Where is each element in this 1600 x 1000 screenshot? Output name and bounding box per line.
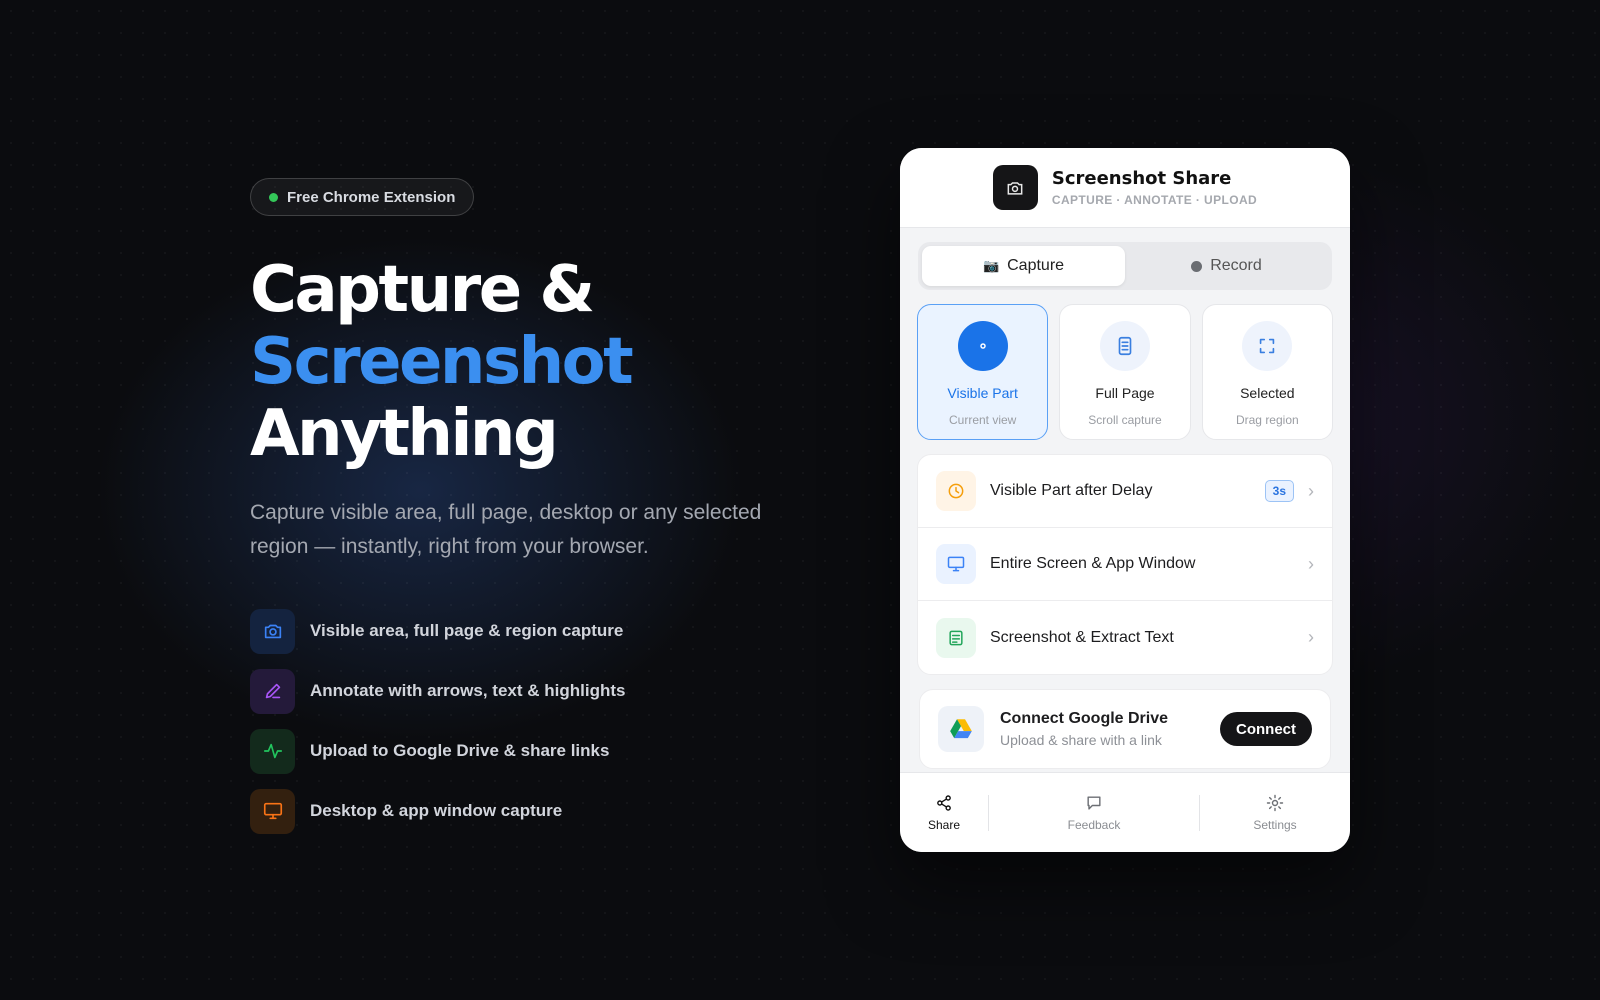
delay-badge: 3s bbox=[1264, 480, 1294, 502]
footer-label: Share bbox=[927, 818, 961, 832]
feature-list: Visible area, full page & region capture… bbox=[250, 608, 810, 834]
target-icon bbox=[957, 321, 1008, 371]
monitor-icon bbox=[936, 544, 976, 584]
feature-item: Upload to Google Drive & share links bbox=[250, 728, 810, 774]
gear-icon bbox=[1266, 794, 1284, 812]
popup-header: Screenshot Share CAPTURE · ANNOTATE · UP… bbox=[900, 148, 1350, 228]
tab-label: Record bbox=[1210, 257, 1262, 274]
drive-title: Connect Google Drive bbox=[1000, 710, 1169, 727]
chat-icon bbox=[1087, 796, 1101, 810]
footer-label: Settings bbox=[1253, 818, 1297, 832]
popup-title-block: Screenshot Share CAPTURE · ANNOTATE · UP… bbox=[1052, 168, 1257, 207]
feature-label: Desktop & app window capture bbox=[310, 801, 563, 820]
record-dot-icon bbox=[1191, 260, 1203, 272]
drive-subtitle: Upload & share with a link bbox=[1000, 732, 1162, 748]
settings-button[interactable]: Settings bbox=[1253, 793, 1297, 832]
crop-corners-icon bbox=[1242, 321, 1293, 371]
capture-mode-grid: Visible Part Current view Full Page Scro… bbox=[917, 304, 1333, 440]
connect-button[interactable]: Connect bbox=[1220, 712, 1312, 746]
feature-item: Visible area, full page & region capture bbox=[250, 608, 810, 654]
action-label: Screenshot & Extract Text bbox=[990, 628, 1174, 646]
extension-popup: Screenshot Share CAPTURE · ANNOTATE · UP… bbox=[900, 148, 1350, 852]
footer-slot: Share bbox=[900, 793, 988, 832]
mode-segmented-control: 📷 Capture Record bbox=[918, 242, 1332, 290]
chevron-right-icon: › bbox=[1308, 480, 1314, 501]
mode-label: Selected bbox=[1240, 385, 1295, 401]
headline-line-3: Anything bbox=[250, 397, 559, 471]
action-extract-text[interactable]: Screenshot & Extract Text › bbox=[918, 601, 1332, 674]
app-tagline: CAPTURE · ANNOTATE · UPLOAD bbox=[1051, 193, 1258, 207]
feature-label: Upload to Google Drive & share links bbox=[310, 741, 610, 760]
hero-headline: Capture & Screenshot Anything bbox=[250, 254, 810, 470]
clock-icon bbox=[936, 471, 976, 511]
camera-icon bbox=[250, 608, 295, 654]
footer-slot: Feedback bbox=[989, 793, 1199, 832]
mode-selected[interactable]: Selected Drag region bbox=[1201, 304, 1333, 440]
text-doc-icon bbox=[936, 617, 976, 658]
camera-app-icon bbox=[992, 165, 1038, 210]
badge-label: Free Chrome Extension bbox=[287, 188, 456, 206]
share-icon bbox=[937, 795, 951, 811]
activity-icon bbox=[250, 728, 295, 774]
feedback-button[interactable]: Feedback bbox=[1067, 793, 1121, 832]
chevron-right-icon: › bbox=[1308, 553, 1314, 574]
pen-icon bbox=[250, 668, 295, 714]
feature-label: Visible area, full page & region capture bbox=[310, 621, 624, 640]
hero-subtitle: Capture visible area, full page, desktop… bbox=[250, 501, 762, 558]
headline-line-1: Capture & bbox=[250, 253, 595, 327]
feature-label: Annotate with arrows, text & highlights bbox=[310, 681, 626, 700]
footer-slot: Settings bbox=[1200, 793, 1350, 832]
mode-full-page[interactable]: Full Page Scroll capture bbox=[1059, 304, 1191, 440]
mode-visible-part[interactable]: Visible Part Current view bbox=[917, 304, 1049, 440]
tab-capture[interactable]: 📷 Capture bbox=[922, 246, 1125, 286]
action-label: Entire Screen & App Window bbox=[990, 555, 1196, 572]
action-entire-screen[interactable]: Entire Screen & App Window › bbox=[918, 528, 1332, 601]
mode-label: Visible Part bbox=[947, 385, 1018, 401]
hero-section: Free Chrome Extension Capture & Screensh… bbox=[250, 178, 810, 848]
feature-item: Desktop & app window capture bbox=[250, 788, 810, 834]
chevron-right-icon: › bbox=[1308, 627, 1314, 647]
tab-label: Capture bbox=[1007, 257, 1065, 274]
mode-sublabel: Scroll capture bbox=[1088, 413, 1162, 427]
footer-label: Feedback bbox=[1067, 818, 1121, 832]
status-dot bbox=[269, 192, 278, 202]
google-drive-card: Connect Google Drive Upload & share with… bbox=[919, 689, 1331, 769]
google-drive-icon bbox=[938, 706, 984, 752]
capture-actions-list: Visible Part after Delay 3s › Entire Scr… bbox=[917, 454, 1333, 675]
popup-footer: Share Feedback Settings bbox=[900, 772, 1350, 852]
drive-text: Connect Google Drive Upload & share with… bbox=[1000, 710, 1220, 748]
headline-line-2: Screenshot bbox=[250, 325, 634, 399]
document-icon bbox=[1099, 321, 1150, 371]
feature-item: Annotate with arrows, text & highlights bbox=[250, 668, 810, 714]
share-button[interactable]: Share bbox=[928, 793, 960, 832]
mode-label: Full Page bbox=[1095, 385, 1155, 401]
monitor-icon bbox=[250, 788, 295, 834]
camera-icon: 📷 bbox=[982, 258, 1000, 273]
action-label: Visible Part after Delay bbox=[990, 482, 1153, 499]
tab-record[interactable]: Record bbox=[1125, 246, 1328, 286]
mode-sublabel: Current view bbox=[948, 413, 1017, 427]
action-delay-capture[interactable]: Visible Part after Delay 3s › bbox=[918, 455, 1332, 528]
mode-sublabel: Drag region bbox=[1235, 413, 1299, 427]
app-title: Screenshot Share bbox=[1051, 168, 1232, 189]
free-extension-badge: Free Chrome Extension bbox=[250, 178, 475, 216]
